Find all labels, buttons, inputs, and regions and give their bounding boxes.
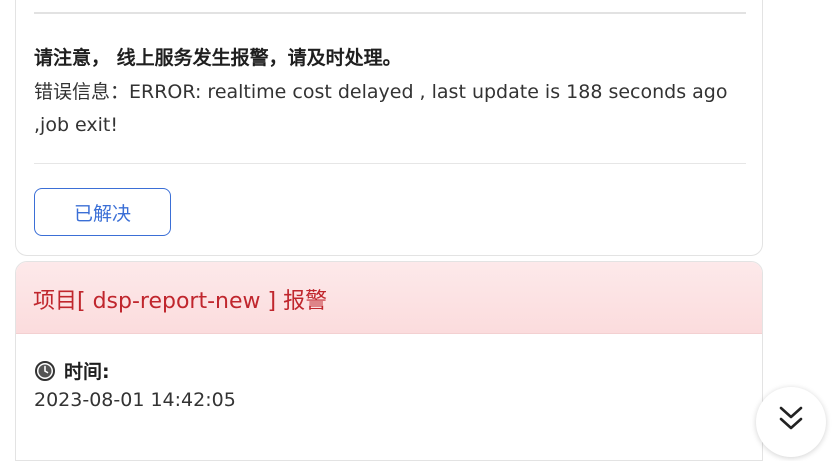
time-label: 时间: (64, 361, 110, 383)
alert-header: 项目[ dsp-report-new ] 报警 (16, 262, 762, 334)
scroll-down-button[interactable] (756, 387, 826, 457)
double-chevron-down-icon (779, 406, 803, 430)
divider (34, 12, 746, 14)
time-row: 时间: (34, 357, 110, 384)
error-message: 错误信息：ERROR: realtime cost delayed , last… (34, 81, 728, 136)
clock-icon (34, 360, 56, 382)
notice-title: 请注意， 线上服务发生报警，请及时处理。 (34, 47, 402, 69)
alert-notice-card: 请注意， 线上服务发生报警，请及时处理。 错误信息：ERROR: realtim… (15, 0, 763, 256)
time-value: 2023-08-01 14:42:05 (34, 389, 236, 411)
divider (34, 163, 746, 164)
alert-detail-card: 项目[ dsp-report-new ] 报警 时间: 2023-08-01 1… (15, 261, 763, 461)
resolved-button[interactable]: 已解决 (34, 188, 171, 236)
alert-title: 项目[ dsp-report-new ] 报警 (33, 289, 328, 314)
